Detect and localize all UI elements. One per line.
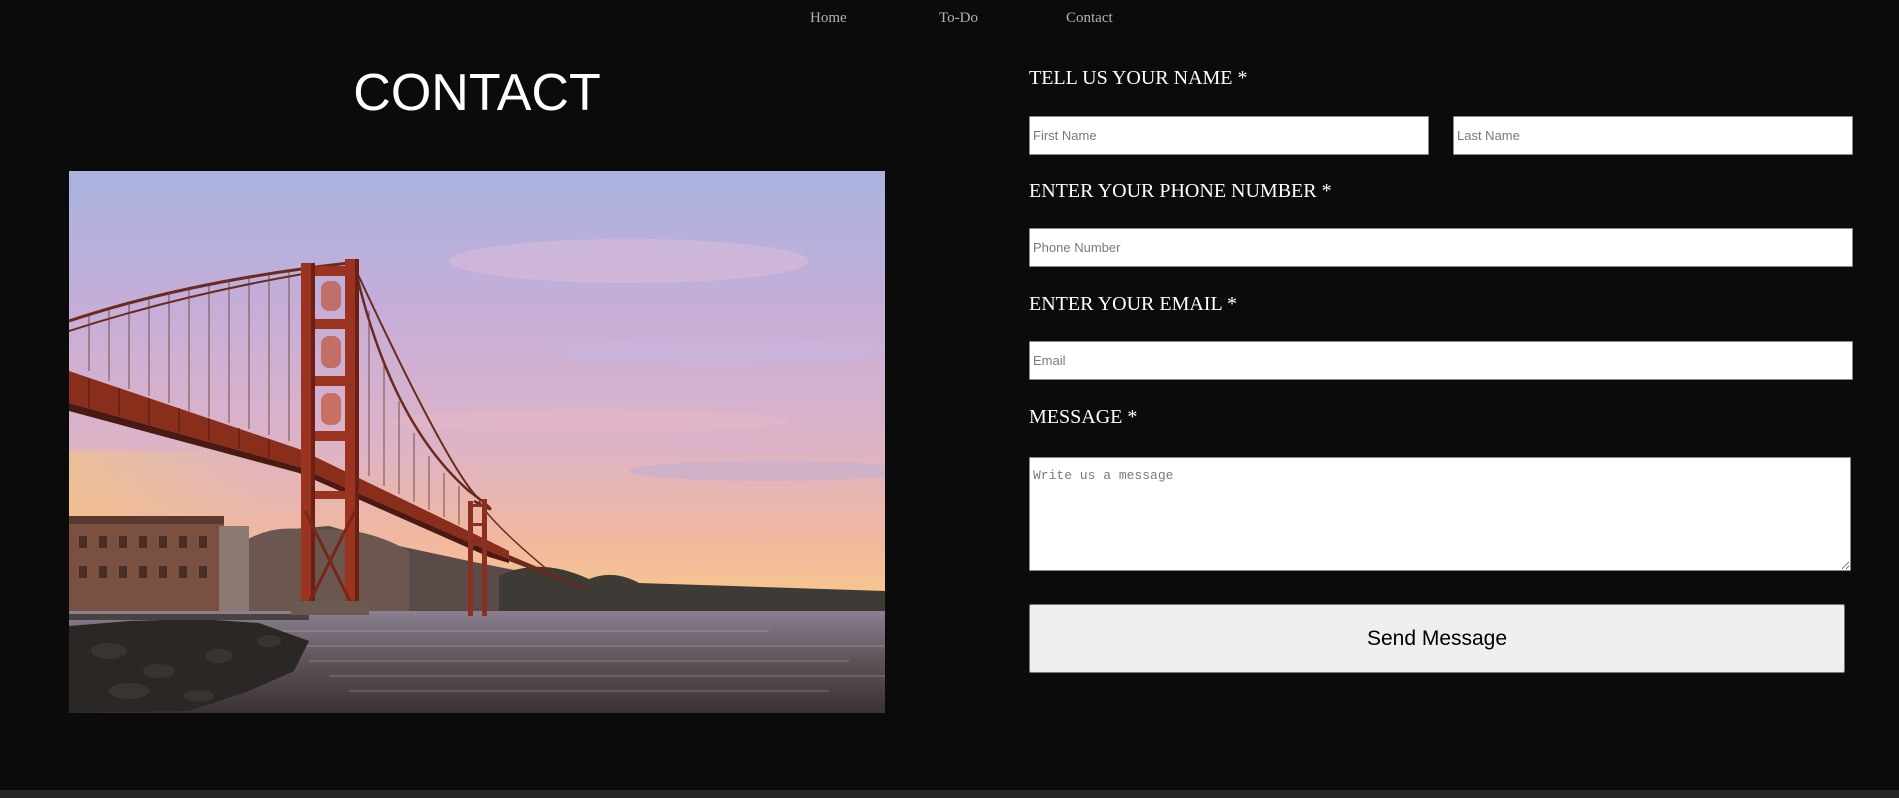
phone-number-field[interactable] — [1029, 228, 1853, 267]
bottom-scroll-edge — [0, 790, 1899, 798]
email-field[interactable] — [1029, 341, 1853, 380]
first-name-field[interactable] — [1029, 116, 1429, 155]
last-name-field[interactable] — [1453, 116, 1853, 155]
golden-gate-bridge-photo — [69, 171, 885, 713]
name-label: TELL US YOUR NAME * — [1029, 67, 1248, 89]
nav-link-contact[interactable]: Contact — [1066, 10, 1113, 27]
top-nav: Home To-Do Contact — [0, 0, 1899, 38]
message-textarea[interactable] — [1029, 457, 1851, 571]
page-title: CONTACT — [353, 64, 601, 122]
send-message-button[interactable]: Send Message — [1029, 604, 1845, 673]
message-label: MESSAGE * — [1029, 406, 1138, 428]
nav-link-todo[interactable]: To-Do — [939, 10, 978, 27]
phone-label: ENTER YOUR PHONE NUMBER * — [1029, 180, 1332, 202]
email-label: ENTER YOUR EMAIL * — [1029, 293, 1237, 315]
nav-link-home[interactable]: Home — [810, 10, 847, 27]
